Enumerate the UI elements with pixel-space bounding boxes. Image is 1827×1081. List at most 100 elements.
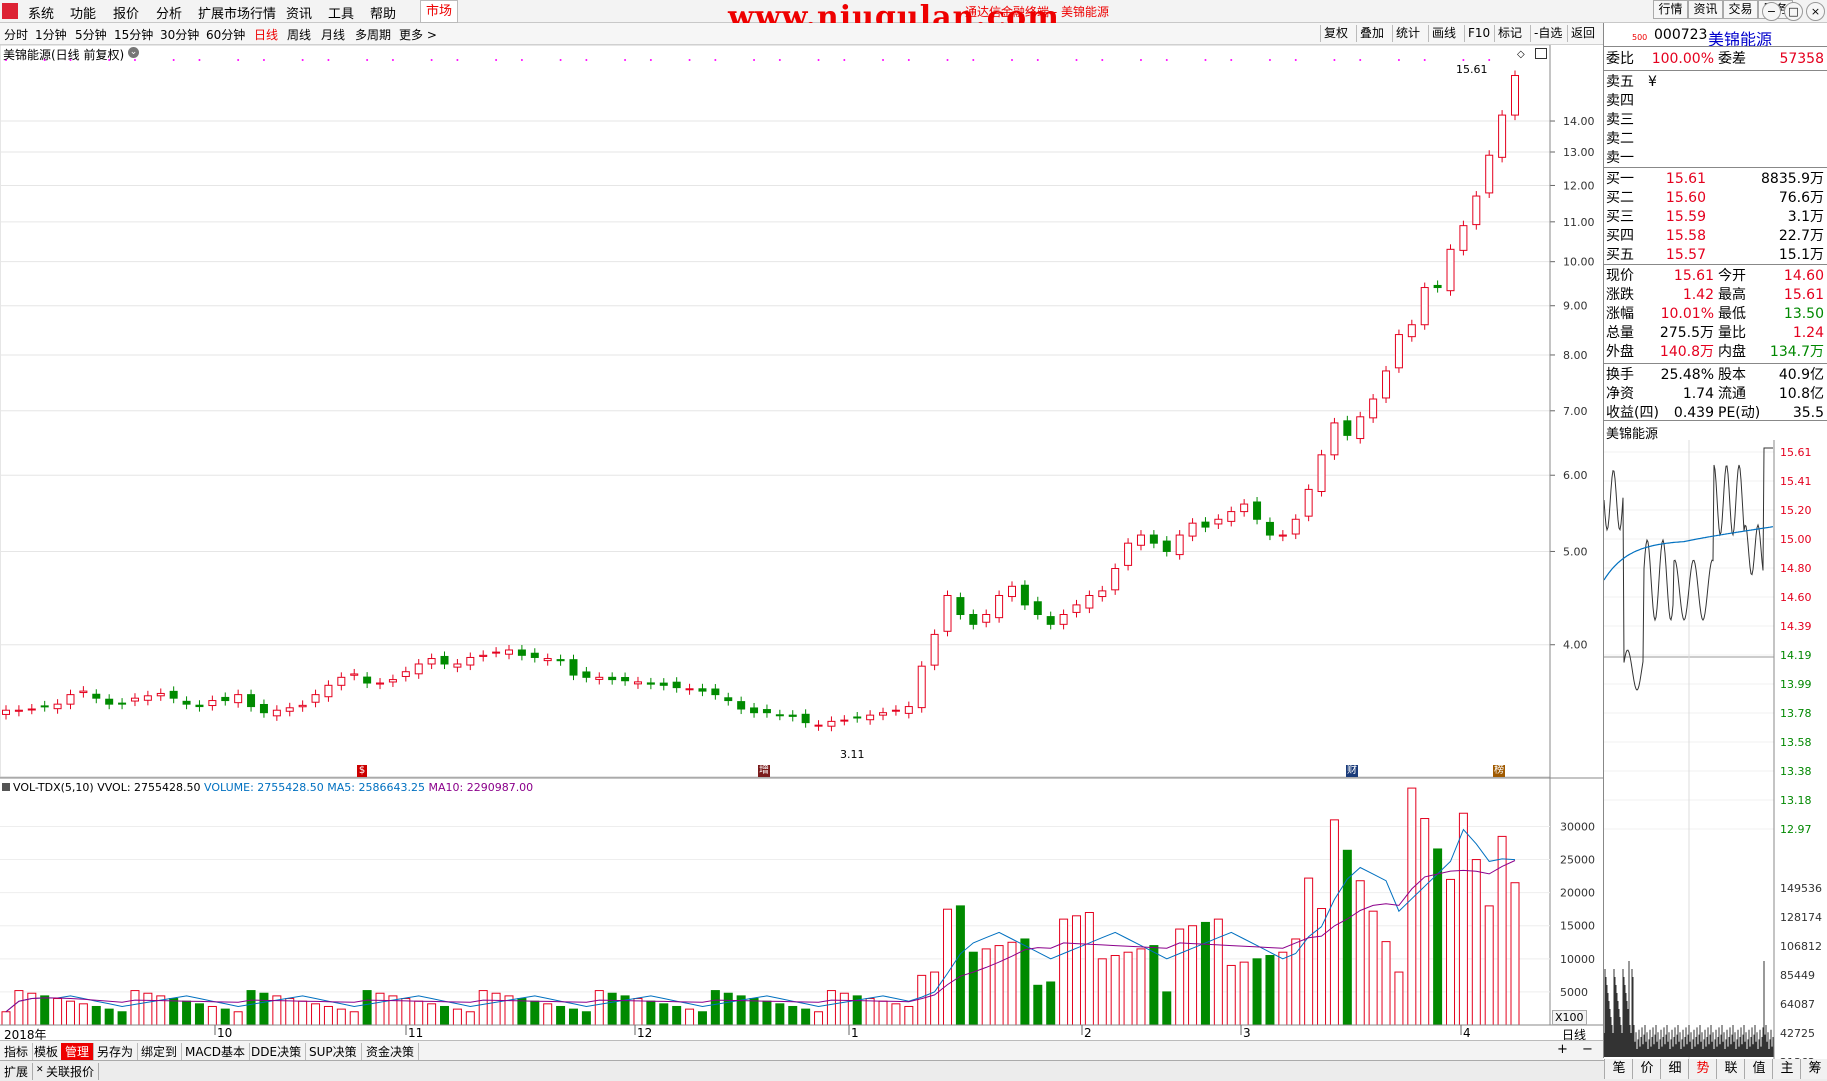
candle-body bbox=[685, 688, 694, 691]
menu-quote[interactable]: 报价 bbox=[113, 3, 139, 22]
buy-row[interactable]: 买四 15.58 22.7万 bbox=[1606, 227, 1826, 245]
signal-dot bbox=[843, 59, 846, 61]
tab-indicator[interactable]: 指标 bbox=[0, 1043, 34, 1060]
tool-overlay[interactable]: 叠加 bbox=[1356, 25, 1387, 42]
tool-watchlist[interactable]: -自选 bbox=[1530, 25, 1565, 42]
candle-body bbox=[182, 700, 191, 705]
candle-body bbox=[388, 679, 397, 683]
tab-save-as[interactable]: 另存为 bbox=[93, 1043, 139, 1060]
volume-bar bbox=[788, 1005, 798, 1026]
status-bar: 扩展 ✕ 关联报价 bbox=[0, 1060, 1827, 1081]
sell-row[interactable]: 卖三 bbox=[1606, 111, 1826, 129]
period-60min[interactable]: 60分钟 bbox=[206, 26, 245, 43]
quote-tab[interactable]: 值 bbox=[1744, 1059, 1773, 1079]
tab-macd[interactable]: MACD基本 bbox=[181, 1043, 250, 1060]
buy-row[interactable]: 买二 15.60 76.6万 bbox=[1606, 189, 1826, 207]
chevron-down-icon[interactable]: ⌄ bbox=[128, 47, 139, 58]
volume-bar bbox=[1304, 877, 1314, 1026]
sell-row[interactable]: 卖五 ¥ bbox=[1606, 73, 1826, 91]
event-marker-dividend[interactable]: $ bbox=[357, 765, 367, 777]
signal-dot bbox=[946, 59, 949, 61]
low-price-label: 3.11 bbox=[840, 748, 865, 761]
period-daily[interactable]: 日线 bbox=[254, 26, 278, 43]
period-weekly[interactable]: 周线 bbox=[287, 26, 311, 43]
menu-news[interactable]: 资讯 bbox=[286, 3, 312, 22]
tool-f10[interactable]: F10 bbox=[1464, 25, 1493, 42]
vvol-value: VVOL: 2755428.50 bbox=[97, 781, 201, 794]
trade-button[interactable]: 交易 bbox=[1723, 0, 1758, 19]
period-fenshi[interactable]: 分时 bbox=[4, 26, 28, 43]
signal-dot bbox=[391, 59, 394, 61]
buy-row[interactable]: 买五 15.57 15.1万 bbox=[1606, 246, 1826, 264]
market-tab[interactable]: 市场 bbox=[420, 0, 458, 23]
period-monthly[interactable]: 月线 bbox=[321, 26, 345, 43]
panel-toggle-icon[interactable] bbox=[1535, 48, 1547, 59]
tab-fund[interactable]: 资金决策 bbox=[362, 1043, 420, 1060]
tab-dde[interactable]: DDE决策 bbox=[247, 1043, 307, 1060]
quote-tab[interactable]: 笔 bbox=[1604, 1059, 1633, 1079]
status-related-quote[interactable]: 关联报价 bbox=[42, 1063, 100, 1080]
chart-title: 美锦能源(日线 前复权) bbox=[3, 48, 125, 62]
event-marker-increase[interactable]: 增 bbox=[758, 765, 770, 777]
diamond-icon[interactable]: ◇ bbox=[1517, 49, 1525, 60]
candle-body bbox=[505, 649, 513, 655]
hq-button[interactable]: 行情 bbox=[1653, 0, 1688, 19]
window-restore-icon[interactable]: □ bbox=[1784, 2, 1803, 21]
tab-sup[interactable]: SUP决策 bbox=[305, 1043, 362, 1060]
news-button[interactable]: 资讯 bbox=[1688, 0, 1723, 19]
menu-system[interactable]: 系统 bbox=[28, 3, 54, 22]
buy-row[interactable]: 买三 15.59 3.1万 bbox=[1606, 208, 1826, 226]
candle-body bbox=[311, 694, 320, 703]
intraday-price-label: 15.61 bbox=[1780, 446, 1812, 459]
quote-tab[interactable]: 联 bbox=[1716, 1059, 1745, 1079]
menu-help[interactable]: 帮助 bbox=[370, 3, 396, 22]
menu-tools[interactable]: 工具 bbox=[328, 3, 354, 22]
zoom-out-button[interactable]: − bbox=[1582, 1042, 1593, 1057]
tab-bind[interactable]: 绑定到 bbox=[137, 1043, 183, 1060]
price-tick-label: 4.00 bbox=[1563, 639, 1588, 652]
event-marker-rank[interactable]: 榜 bbox=[1493, 765, 1505, 777]
quote-tab[interactable]: 势 bbox=[1688, 1059, 1717, 1079]
tool-back[interactable]: 返回 bbox=[1567, 25, 1598, 42]
quote-tab[interactable]: 筹 bbox=[1800, 1059, 1827, 1079]
vol-indicator-name[interactable]: VOL-TDX(5,10) bbox=[13, 781, 94, 794]
status-extend[interactable]: 扩展 bbox=[0, 1063, 34, 1080]
sell-row[interactable]: 卖一 bbox=[1606, 149, 1826, 167]
candle-body bbox=[1227, 511, 1236, 522]
signal-dot bbox=[1268, 59, 1271, 61]
window-minimize-icon[interactable]: − bbox=[1762, 2, 1781, 21]
intraday-price-label: 14.39 bbox=[1780, 620, 1812, 633]
menu-ext-market[interactable]: 扩展市场行情 bbox=[198, 3, 276, 22]
tool-fuquan[interactable]: 复权 bbox=[1320, 25, 1351, 42]
candle-body bbox=[169, 690, 178, 699]
quote-tab[interactable]: 主 bbox=[1772, 1059, 1801, 1079]
tab-template[interactable]: 模板 bbox=[30, 1043, 64, 1060]
sell-row[interactable]: 卖四 bbox=[1606, 92, 1826, 110]
period-30min[interactable]: 30分钟 bbox=[160, 26, 199, 43]
period-more[interactable]: 更多 > bbox=[399, 26, 437, 43]
kline-chart[interactable]: 4.00 5.00 6.00 7.00 8.00 9.00 10.00 11.00 12.00 1… bbox=[0, 45, 1603, 1040]
volume-bar bbox=[65, 1000, 75, 1026]
period-multi[interactable]: 多周期 bbox=[355, 26, 391, 43]
window-close-icon[interactable]: × bbox=[1806, 2, 1825, 21]
tool-stats[interactable]: 统计 bbox=[1392, 25, 1423, 42]
sell-row[interactable]: 卖二 bbox=[1606, 130, 1826, 148]
period-5min[interactable]: 5分钟 bbox=[75, 26, 107, 43]
tool-draw[interactable]: 画线 bbox=[1428, 25, 1459, 42]
quote-tab[interactable]: 细 bbox=[1660, 1059, 1689, 1079]
tool-mark[interactable]: 标记 bbox=[1494, 25, 1525, 42]
event-marker-finance[interactable]: 财 bbox=[1346, 765, 1358, 777]
period-1min[interactable]: 1分钟 bbox=[35, 26, 67, 43]
menu-analysis[interactable]: 分析 bbox=[156, 3, 182, 22]
zoom-in-button[interactable]: + bbox=[1557, 1042, 1568, 1057]
price-axis: 4.00 5.00 6.00 7.00 8.00 9.00 10.00 11.00 12.00 1… bbox=[1550, 115, 1595, 652]
tab-manage[interactable]: 管理 bbox=[61, 1043, 95, 1060]
quote-tab[interactable]: 价 bbox=[1632, 1059, 1661, 1079]
candle-body bbox=[969, 614, 978, 625]
candle-body bbox=[1059, 614, 1068, 625]
intraday-chart[interactable]: 15.61 15.41 15.20 15.00 14.80 14.60 14.39 14.19… bbox=[1604, 440, 1827, 1060]
period-15min[interactable]: 15分钟 bbox=[114, 26, 153, 43]
volume-bar bbox=[697, 1011, 707, 1026]
menu-function[interactable]: 功能 bbox=[70, 3, 96, 22]
buy-row[interactable]: 买一 15.61 8835.9万 bbox=[1606, 170, 1826, 188]
